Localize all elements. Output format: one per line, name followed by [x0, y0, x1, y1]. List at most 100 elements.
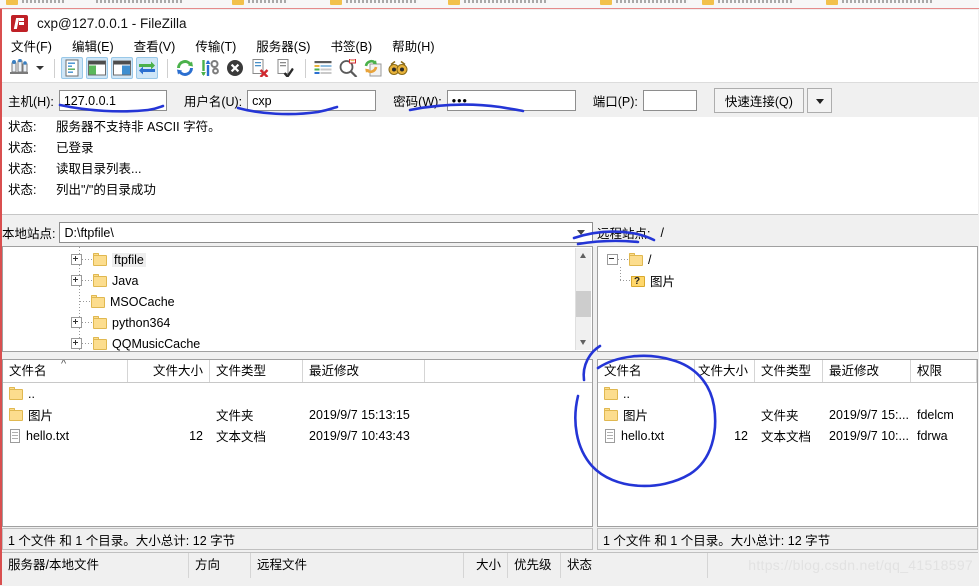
scroll-up-arrow-icon[interactable] — [576, 248, 591, 263]
cell-filetype: 文件夹 — [216, 409, 254, 423]
column-header-filesize[interactable]: 文件大小 — [695, 360, 755, 382]
username-input[interactable] — [247, 90, 377, 111]
scroll-down-arrow-icon[interactable] — [576, 335, 591, 350]
file-icon — [604, 428, 617, 443]
folder-icon — [91, 295, 106, 308]
menu-transfer[interactable]: 传输(T) — [195, 36, 236, 55]
menu-file[interactable]: 文件(F) — [11, 36, 52, 55]
table-row[interactable]: .. — [3, 383, 592, 404]
local-tree-scrollbar[interactable] — [575, 248, 591, 350]
find-files-icon[interactable] — [387, 57, 409, 79]
expander-plus-icon[interactable] — [71, 275, 82, 286]
toolbar — [2, 54, 978, 83]
quick-connect-button[interactable]: 快速连接(Q) — [713, 88, 804, 113]
filter-icon[interactable] — [312, 57, 334, 79]
folder-icon — [93, 337, 108, 350]
queue-column-size[interactable]: 大小 — [464, 553, 508, 578]
queue-column-server-local-file[interactable]: 服务器/本地文件 — [2, 553, 189, 578]
cell-modified: 2019/9/7 10:43:43 — [309, 428, 410, 443]
cancel-operation-icon[interactable] — [224, 57, 246, 79]
cell-filename: hello.txt — [26, 428, 70, 443]
column-header-modified[interactable]: 最近修改 — [823, 360, 911, 382]
cell-modified: 2019/9/7 10:... — [829, 428, 909, 443]
tree-item-python364[interactable]: python364 — [3, 312, 592, 333]
local-file-list[interactable]: 文件名 文件大小 文件类型 最近修改 ^ .. 图片 文件夹 2019/9/7 … — [2, 359, 593, 527]
remote-file-list[interactable]: 文件名 文件大小 文件类型 最近修改 权限 .. 图片 文件夹 2019/9/7… — [597, 359, 978, 527]
tree-item-qqmusiccache[interactable]: QQMusicCache — [3, 333, 592, 351]
toggle-local-tree-icon[interactable] — [86, 57, 108, 79]
port-label: 端口(P): — [592, 95, 638, 109]
host-input[interactable] — [58, 90, 167, 111]
folder-icon — [93, 274, 108, 287]
column-header-filetype[interactable]: 文件类型 — [755, 360, 823, 382]
disconnect-icon[interactable] — [249, 57, 271, 79]
log-text: 已登录 — [56, 141, 94, 155]
cell-modified: 2019/9/7 15:... — [829, 407, 909, 422]
folder-icon — [9, 408, 24, 421]
cell-filename: .. — [28, 386, 35, 401]
quick-connect-history-dropdown-icon[interactable] — [806, 88, 832, 113]
tree-item-tupian[interactable]: ? 图片 — [598, 270, 977, 291]
column-header-modified[interactable]: 最近修改 — [303, 360, 425, 382]
tree-item-msocache[interactable]: MSOCache — [3, 291, 592, 312]
tree-item-java[interactable]: Java — [3, 270, 592, 291]
toggle-transfer-queue-icon[interactable] — [136, 57, 158, 79]
toggle-remote-tree-icon[interactable] — [111, 57, 133, 79]
log-key: 状态: — [8, 141, 37, 155]
tree-item-root[interactable]: / — [598, 249, 977, 270]
synchronized-browsing-icon[interactable] — [362, 57, 384, 79]
expander-plus-icon[interactable] — [71, 254, 82, 265]
menu-help[interactable]: 帮助(H) — [392, 36, 434, 55]
cell-filename: hello.txt — [621, 428, 665, 443]
local-site-path-combo[interactable]: D:\ftpfile\ — [59, 222, 593, 243]
remote-site-path-value[interactable]: / — [654, 222, 978, 243]
cell-filetype: 文本文档 — [216, 430, 267, 444]
tree-item-label: / — [648, 252, 652, 267]
table-row[interactable]: .. — [598, 383, 977, 404]
quick-connect-bar: 主机(H): 用户名(U): 密码(W): 端口(P): 快速连接(Q) — [2, 84, 978, 117]
expander-minus-icon[interactable] — [607, 254, 618, 265]
menu-view[interactable]: 查看(V) — [134, 36, 176, 55]
tree-item-ftpfile[interactable]: ftpfile — [3, 249, 592, 270]
local-directory-tree[interactable]: ftpfile Java MSOCache python364 QQMusicC — [2, 246, 593, 352]
table-row[interactable]: 图片 文件夹 2019/9/7 15:13:15 — [3, 404, 592, 425]
menu-server[interactable]: 服务器(S) — [256, 36, 310, 55]
refresh-icon[interactable] — [174, 57, 196, 79]
queue-column-priority[interactable]: 优先级 — [508, 553, 561, 578]
directory-compare-icon[interactable] — [337, 57, 359, 79]
site-manager-dropdown-icon[interactable] — [33, 57, 46, 79]
expander-plus-icon[interactable] — [71, 338, 82, 349]
scrollbar-thumb[interactable] — [576, 291, 591, 317]
table-row[interactable]: 图片 文件夹 2019/9/7 15:... fdelcm — [598, 404, 977, 425]
process-queue-icon[interactable] — [199, 57, 221, 79]
port-input[interactable] — [642, 90, 697, 111]
table-row[interactable]: hello.txt 12 文本文档 2019/9/7 10:... fdrwa — [598, 425, 977, 446]
column-header-filename[interactable]: 文件名 — [598, 360, 695, 382]
remote-directory-tree[interactable]: / ? 图片 — [597, 246, 978, 352]
queue-column-direction[interactable]: 方向 — [189, 553, 251, 578]
password-input[interactable] — [446, 90, 576, 111]
message-log: 状态: 服务器不支持非 ASCII 字符。 状态: 已登录 状态: 读取目录列表… — [2, 117, 978, 215]
local-file-list-header[interactable]: 文件名 文件大小 文件类型 最近修改 ^ — [3, 360, 592, 383]
menu-edit[interactable]: 编辑(E) — [72, 36, 114, 55]
remote-file-list-header[interactable]: 文件名 文件大小 文件类型 最近修改 权限 — [598, 360, 977, 383]
reconnect-icon[interactable] — [274, 57, 296, 79]
column-header-filetype[interactable]: 文件类型 — [210, 360, 303, 382]
unknown-folder-icon: ? — [631, 274, 646, 287]
queue-column-status[interactable]: 状态 — [561, 553, 708, 578]
chevron-down-icon[interactable] — [577, 230, 585, 235]
toggle-message-log-icon[interactable] — [61, 57, 83, 79]
cell-filename: .. — [623, 386, 630, 401]
tree-item-label: python364 — [112, 315, 171, 330]
column-header-permissions[interactable]: 权限 — [911, 360, 977, 382]
table-row[interactable]: hello.txt 12 文本文档 2019/9/7 10:43:43 — [3, 425, 592, 446]
folder-icon — [604, 408, 619, 421]
queue-column-remote-file[interactable]: 远程文件 — [251, 553, 464, 578]
site-manager-icon[interactable] — [8, 57, 30, 79]
folder-icon — [93, 253, 108, 266]
menu-bookmarks[interactable]: 书签(B) — [330, 36, 372, 55]
column-header-filesize[interactable]: 文件大小 — [128, 360, 210, 382]
local-status-bar: 1 个文件 和 1 个目录。大小总计: 12 字节 — [2, 528, 593, 550]
expander-plus-icon[interactable] — [71, 317, 82, 328]
folder-icon — [629, 253, 644, 266]
